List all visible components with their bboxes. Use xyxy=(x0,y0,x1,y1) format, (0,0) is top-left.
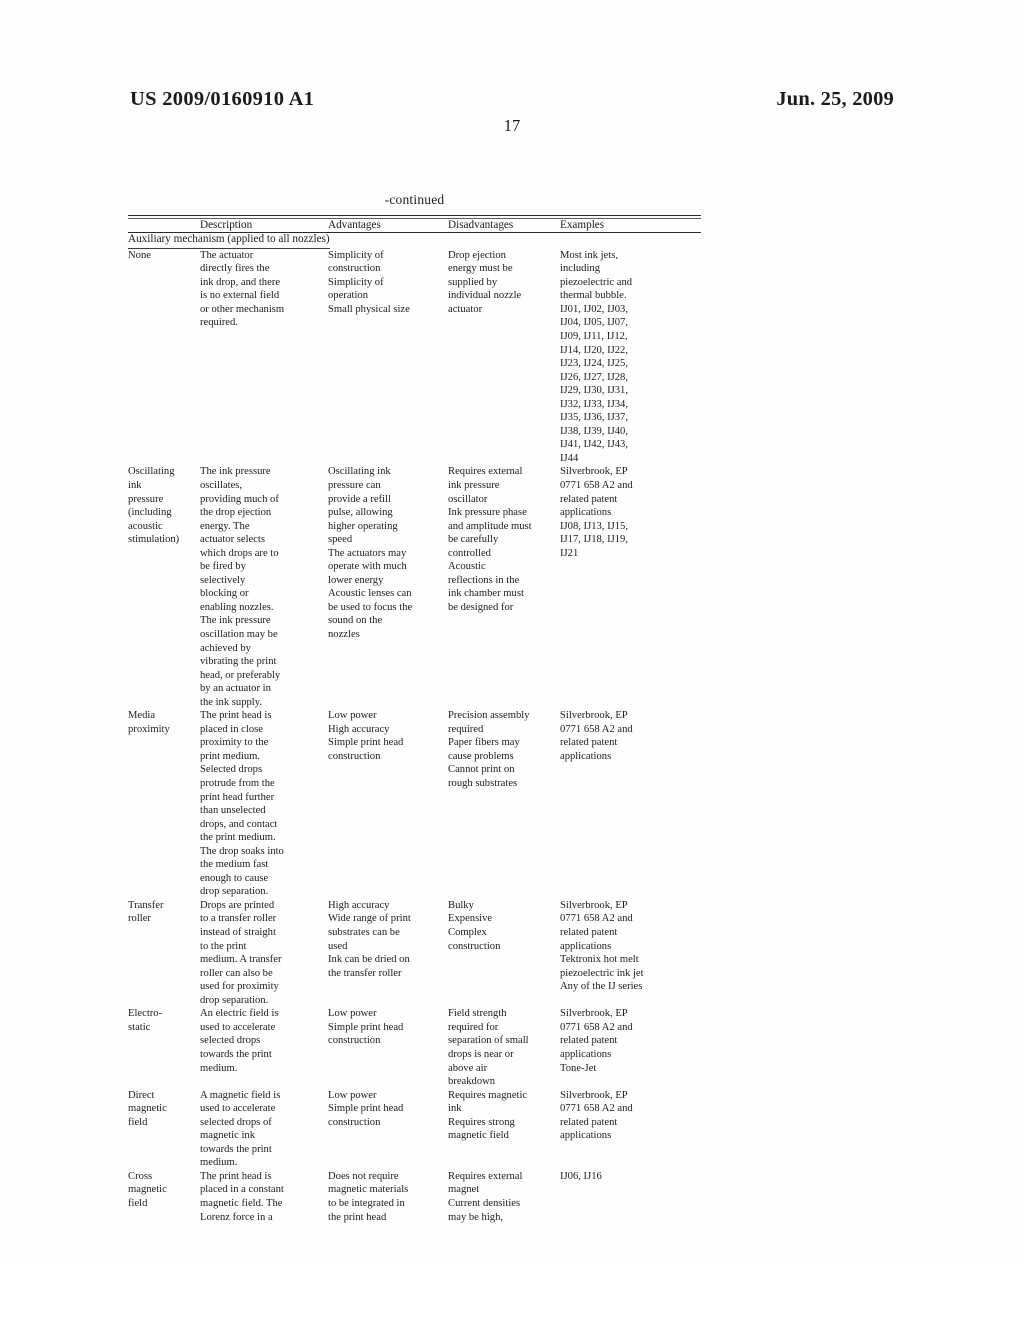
row-label: Media proximity xyxy=(128,710,170,735)
row-label: Cross magnetic field xyxy=(128,1170,167,1209)
running-head: US 2009/0160910 A1 Jun. 25, 2009 xyxy=(130,88,894,114)
section-heading-label: Auxiliary mechanism (applied to all nozz… xyxy=(128,233,330,249)
row-advantages: Low power Simple print head construction xyxy=(328,1008,404,1047)
row-advantages: Low power High accuracy Simple print hea… xyxy=(328,710,404,762)
row-disadvantages: Precision assembly required Paper fibers… xyxy=(448,710,530,790)
row-disadvantages: Drop ejection energy must be supplied by… xyxy=(448,249,522,315)
row-examples: Silverbrook, EP 0771 658 A2 and related … xyxy=(560,710,633,762)
table-row: Media proximity The print head is placed… xyxy=(128,709,701,899)
auxiliary-mechanism-body: Auxiliary mechanism (applied to all nozz… xyxy=(128,233,701,1224)
row-advantages: Oscillating ink pressure can provide a r… xyxy=(328,466,413,640)
section-heading-cell: Auxiliary mechanism (applied to all nozz… xyxy=(128,233,701,249)
continued-label: -continued xyxy=(384,192,445,207)
row-label: None xyxy=(128,249,151,261)
auxiliary-mechanism-table: Description Advantages Disadvantages Exa… xyxy=(128,219,701,233)
patent-page: US 2009/0160910 A1 Jun. 25, 2009 17 -con… xyxy=(0,0,1024,1320)
row-examples: Silverbrook, EP 0771 658 A2 and related … xyxy=(560,1008,633,1074)
column-header-examples: Examples xyxy=(560,218,605,231)
table-row: Direct magnetic field A magnetic field i… xyxy=(128,1089,701,1170)
table-row: None The actuator directly fires the ink… xyxy=(128,249,701,466)
row-description: The actuator directly fires the ink drop… xyxy=(200,249,285,329)
row-advantages: High accuracy Wide range of print substr… xyxy=(328,899,411,979)
section-heading-row: Auxiliary mechanism (applied to all nozz… xyxy=(128,233,701,249)
row-description: Drops are printed to a transfer roller i… xyxy=(200,899,282,1006)
row-disadvantages: Bulky Expensive Complex construction xyxy=(448,899,501,952)
table-row: Electro- static An electric field is use… xyxy=(128,1007,701,1088)
row-advantages: Simplicity of construction Simplicity of… xyxy=(328,249,410,315)
table-row: Transfer roller Drops are printed to a t… xyxy=(128,899,701,1007)
continued-table-block: -continued Description Advantages Disadv… xyxy=(128,192,701,1224)
row-advantages: Low power Simple print head construction xyxy=(328,1089,404,1128)
table-row: Cross magnetic field The print head is p… xyxy=(128,1170,701,1224)
row-label: Transfer roller xyxy=(128,899,164,925)
row-examples: Silverbrook, EP 0771 658 A2 and related … xyxy=(560,466,633,559)
publication-number: US 2009/0160910 A1 xyxy=(130,88,315,110)
row-examples: Silverbrook, EP 0771 658 A2 and related … xyxy=(560,1089,633,1142)
row-advantages: Does not require magnetic materials to b… xyxy=(328,1170,409,1223)
row-label: Direct magnetic field xyxy=(128,1089,167,1128)
row-examples: Most ink jets, including piezoelectric a… xyxy=(560,249,633,464)
row-disadvantages: Requires magnetic ink Requires strong ma… xyxy=(448,1089,528,1142)
column-header-description: Description xyxy=(200,218,253,231)
row-label: Electro- static xyxy=(128,1008,163,1033)
page-bottom-clip xyxy=(0,1258,1024,1320)
row-disadvantages: Field strength required for separation o… xyxy=(448,1008,529,1088)
table-row: Oscillating ink pressure (including acou… xyxy=(128,465,701,709)
table-header-row: Description Advantages Disadvantages Exa… xyxy=(128,219,701,233)
column-header-disadvantages: Disadvantages xyxy=(448,218,514,231)
row-disadvantages: Requires external magnet Current densiti… xyxy=(448,1170,523,1223)
row-description: A magnetic field is used to accelerate s… xyxy=(200,1089,281,1169)
row-label: Oscillating ink pressure (including acou… xyxy=(128,466,180,546)
row-description: An electric field is used to accelerate … xyxy=(200,1008,279,1074)
row-description: The print head is placed in a constant m… xyxy=(200,1170,284,1223)
row-examples: IJ06, IJ16 xyxy=(560,1170,602,1182)
row-description: The print head is placed in close proxim… xyxy=(200,710,284,898)
column-header-blank xyxy=(128,219,200,233)
row-disadvantages: Requires external ink pressure oscillato… xyxy=(448,466,532,613)
page-number: 17 xyxy=(503,116,521,135)
row-description: The ink pressure oscillates, providing m… xyxy=(200,466,281,708)
column-header-advantages: Advantages xyxy=(328,218,381,231)
row-examples: Silverbrook, EP 0771 658 A2 and related … xyxy=(560,899,644,993)
publication-date: Jun. 25, 2009 xyxy=(776,88,894,110)
